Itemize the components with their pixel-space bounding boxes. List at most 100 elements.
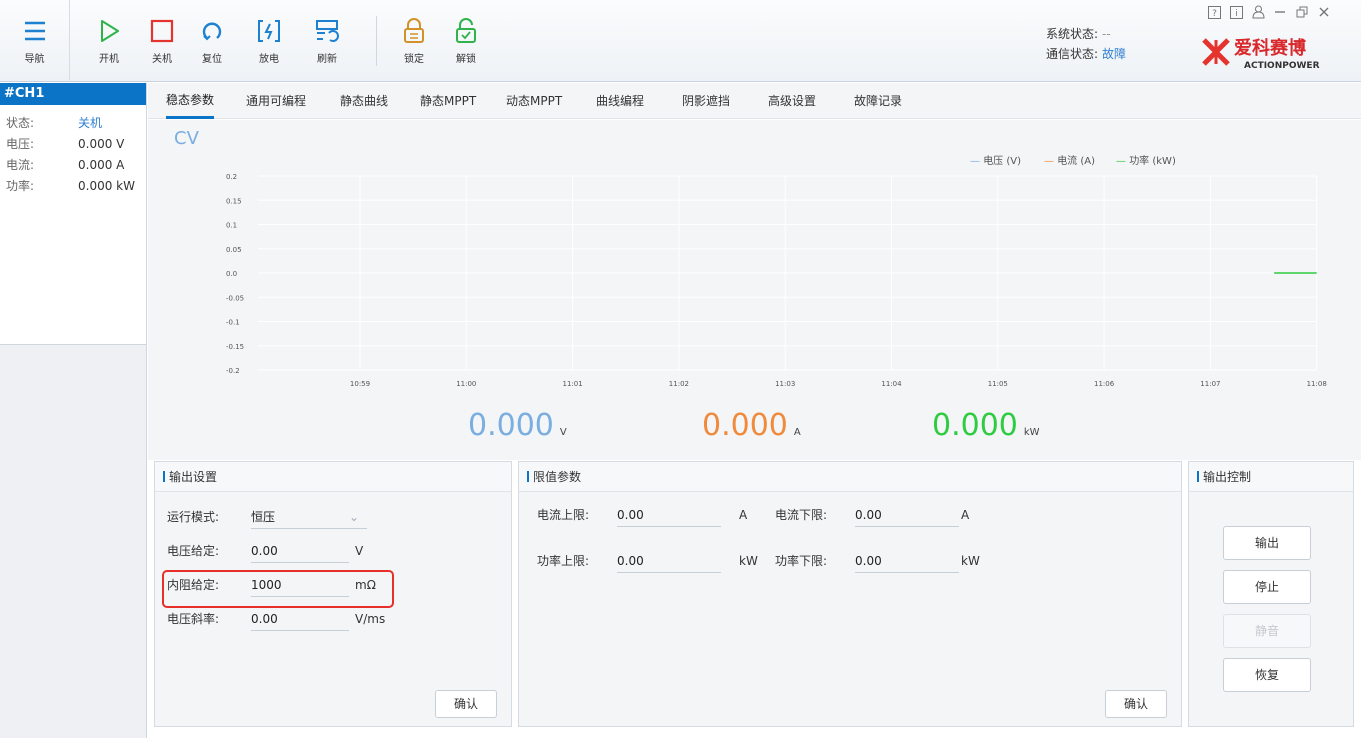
- start-button[interactable]: 开机: [84, 0, 134, 82]
- voltage-setpoint-input[interactable]: 0.00: [251, 540, 349, 563]
- voltage-slope-field: 电压斜率: 0.00 V/ms: [167, 608, 497, 631]
- voltage-slope-label: 电压斜率:: [167, 612, 220, 626]
- channel-header[interactable]: #CH1: [0, 83, 146, 105]
- state-value: 关机: [78, 116, 103, 130]
- current-upper-input[interactable]: 0.00: [617, 504, 721, 527]
- y-tick-label: 0.05: [226, 246, 242, 254]
- run-mode-field: 运行模式: 恒压 ⌄: [167, 506, 497, 529]
- nav-label: 导航: [24, 53, 45, 65]
- realtime-chart: 0.2 0.15 0.1 0.05 0.0 -0.05 -0.1 -0.15 -0.2 10:59…: [226, 173, 1327, 388]
- menu-icon: [24, 21, 45, 40]
- user-icon[interactable]: [1250, 4, 1266, 20]
- refresh-icon: [316, 19, 339, 42]
- output-control-title: 输出控制: [1189, 462, 1353, 492]
- x-tick-label: 11:01: [563, 380, 583, 388]
- tab-steady-params[interactable]: 稳态参数: [166, 83, 215, 119]
- stop-button[interactable]: 停止: [1223, 570, 1311, 604]
- y-tick-label: -0.15: [226, 343, 244, 351]
- y-tick-label: 0.15: [226, 197, 242, 205]
- refresh-button[interactable]: 刷新: [304, 0, 350, 82]
- restore-icon[interactable]: [1294, 4, 1310, 20]
- mute-button[interactable]: 静音: [1223, 614, 1311, 648]
- current-readout: 0.000 A: [702, 408, 801, 443]
- power-upper-input[interactable]: 0.00: [617, 550, 721, 573]
- output-control-panel: 输出控制 输出 停止 静音 恢复: [1188, 461, 1354, 727]
- tab-shading[interactable]: 阴影遮挡: [682, 83, 730, 119]
- info-icon[interactable]: i: [1228, 4, 1244, 20]
- readouts: 0.000 V 0.000 A 0.000 kW: [148, 408, 1361, 452]
- voltage-label: 电压:: [6, 137, 35, 151]
- current-readout-unit: A: [793, 427, 801, 438]
- svg-text:?: ?: [1212, 9, 1217, 19]
- channel-info: 状态: 关机 电压: 0.000 V 电流: 0.000 A 功率: 0.000 kW: [0, 105, 146, 345]
- system-status-label: 系统状态:: [1046, 27, 1099, 41]
- current-lower-input[interactable]: 0.00: [855, 504, 959, 527]
- lock-button[interactable]: 锁定: [392, 0, 436, 82]
- channel-row-power: 功率: 0.000 kW: [6, 176, 140, 197]
- state-label: 状态:: [6, 116, 35, 130]
- tab-general-programmable[interactable]: 通用可编程: [246, 83, 306, 119]
- current-lower-unit: A: [961, 508, 970, 522]
- logo-mark-icon: [1202, 38, 1230, 66]
- legend-voltage: — 电压 (V): [970, 156, 1022, 167]
- channel-row-state: 状态: 关机: [6, 113, 140, 134]
- y-tick-label: 0.2: [226, 173, 237, 181]
- tab-static-mppt[interactable]: 静态MPPT: [420, 83, 476, 119]
- refresh-label: 刷新: [317, 53, 337, 65]
- start-label: 开机: [99, 53, 119, 65]
- voltage-readout-value: 0.000: [468, 408, 554, 443]
- reset-button[interactable]: 复位: [190, 0, 234, 82]
- power-readout-value: 0.000: [932, 408, 1018, 443]
- limits-confirm-button[interactable]: 确认: [1105, 690, 1167, 718]
- tab-fault-log[interactable]: 故障记录: [854, 83, 902, 119]
- output-button[interactable]: 输出: [1223, 526, 1311, 560]
- current-value: 0.000 A: [78, 158, 125, 172]
- svg-text:i: i: [1235, 9, 1238, 19]
- voltage-setpoint-unit: V: [355, 544, 364, 558]
- current-upper-unit: A: [739, 508, 748, 522]
- voltage-setpoint-field: 电压给定: 0.00 V: [167, 540, 497, 563]
- x-tick-label: 11:02: [669, 380, 689, 388]
- y-tick-label: -0.05: [226, 294, 244, 302]
- tab-static-curve[interactable]: 静态曲线: [340, 83, 388, 119]
- reset-icon: [202, 22, 222, 40]
- x-tick-label: 11:03: [775, 380, 795, 388]
- voltage-setpoint-label: 电压给定:: [167, 544, 220, 558]
- power-lower-input[interactable]: 0.00: [855, 550, 959, 573]
- voltage-readout: 0.000 V: [468, 408, 567, 443]
- current-readout-value: 0.000: [702, 408, 788, 443]
- shutdown-button[interactable]: 关机: [142, 0, 182, 82]
- run-mode-select[interactable]: 恒压 ⌄: [251, 506, 367, 529]
- channel-row-voltage: 电压: 0.000 V: [6, 134, 140, 155]
- lock-icon: [404, 17, 424, 43]
- power-upper-field: 功率上限: 0.00 kW: [537, 550, 767, 573]
- power-lower-field: 功率下限: 0.00 kW: [775, 550, 1005, 573]
- close-icon[interactable]: [1316, 4, 1332, 20]
- discharge-button[interactable]: 放电: [246, 0, 292, 82]
- legend-power: — 功率 (kW): [1116, 156, 1176, 167]
- voltage-slope-input[interactable]: 0.00: [251, 608, 349, 631]
- x-tick-label: 11:04: [881, 380, 902, 388]
- comm-status-value: 故障: [1102, 47, 1127, 61]
- current-lower-label: 电流下限:: [775, 508, 828, 522]
- discharge-label: 放电: [259, 53, 279, 65]
- current-upper-label: 电流上限:: [537, 508, 590, 522]
- unlock-button[interactable]: 解锁: [444, 0, 488, 82]
- toolbar: 导航 开机 关机 复位 放电 刷新 锁定 解锁 系统状态: -- 通信状态: 故障 …: [0, 0, 1361, 82]
- shutdown-label: 关机: [152, 53, 172, 65]
- tab-advanced-settings[interactable]: 高级设置: [768, 83, 816, 119]
- nav-button[interactable]: 导航: [0, 0, 70, 82]
- help-icon[interactable]: ?: [1206, 4, 1222, 20]
- status-area: 系统状态: -- 通信状态: 故障: [1046, 24, 1126, 64]
- y-tick-label: 0.1: [226, 222, 237, 230]
- toolbar-separator: [376, 16, 377, 66]
- tab-dynamic-mppt[interactable]: 动态MPPT: [506, 83, 562, 119]
- system-status-value: --: [1102, 27, 1111, 41]
- restore-button[interactable]: 恢复: [1223, 658, 1311, 692]
- mode-label: CV: [174, 128, 199, 149]
- tab-curve-programming[interactable]: 曲线编程: [596, 83, 644, 119]
- output-settings-confirm-button[interactable]: 确认: [435, 690, 497, 718]
- y-tick-label: 0.0: [226, 270, 237, 278]
- unlock-label: 解锁: [456, 53, 476, 65]
- minimize-icon[interactable]: [1272, 4, 1288, 20]
